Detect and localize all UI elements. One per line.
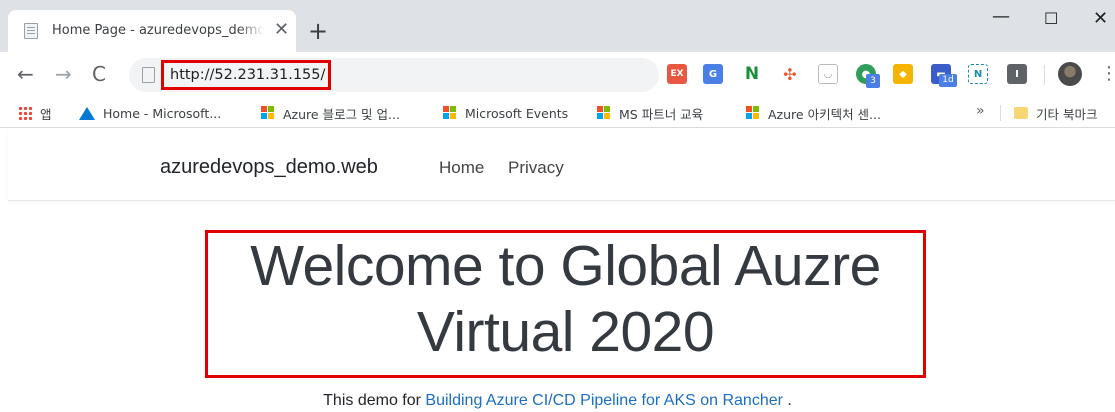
tab-strip: Home Page - azuredevops_demo.web ✕ + — ☐… bbox=[0, 0, 1115, 52]
bookmark-label: MS 파트너 교육 bbox=[619, 106, 704, 122]
azure-logo-icon bbox=[79, 106, 95, 120]
profile-avatar[interactable] bbox=[1058, 62, 1082, 86]
demo-suffix: . bbox=[782, 392, 792, 409]
other-bookmarks-folder[interactable]: 기타 북마크 bbox=[1014, 103, 1097, 123]
bookmark-microsoft-events[interactable]: Microsoft Events bbox=[443, 103, 568, 123]
calendar-extension-badge: 1d bbox=[939, 74, 957, 87]
page-favicon-icon bbox=[24, 23, 38, 39]
bookmark-azure-blog[interactable]: Azure 블로그 및 업... bbox=[261, 103, 400, 123]
toolbar-divider bbox=[1044, 65, 1045, 85]
demo-prefix: This demo for bbox=[323, 392, 426, 409]
bookmark-label: Azure 아키텍처 센... bbox=[768, 106, 881, 122]
back-button[interactable]: ← bbox=[17, 62, 34, 86]
reload-button[interactable]: C bbox=[92, 62, 106, 86]
demo-description: This demo for Building Azure CI/CD Pipel… bbox=[0, 392, 1115, 410]
microsoft-logo-icon bbox=[746, 106, 760, 120]
pocket-extension-icon[interactable]: ◡ bbox=[818, 64, 838, 84]
hero-title-line-2: Virtual 2020 bbox=[416, 300, 715, 364]
new-tab-button[interactable]: + bbox=[308, 18, 328, 44]
chat-extension-badge: 3 bbox=[866, 74, 880, 88]
hero-highlight-box: Welcome to Global Auzre Virtual 2020 bbox=[205, 230, 926, 378]
nav-link-home[interactable]: Home bbox=[439, 158, 484, 178]
forward-button[interactable]: → bbox=[55, 62, 72, 86]
bookmark-label: Home - Microsoft... bbox=[103, 105, 222, 121]
apps-grid-icon bbox=[18, 106, 32, 120]
bookmark-home-microsoft[interactable]: Home - Microsoft... bbox=[79, 103, 221, 123]
url-text[interactable]: http://52.231.31.155/ bbox=[170, 67, 325, 83]
site-brand[interactable]: azuredevops_demo.web bbox=[160, 156, 378, 179]
microsoft-logo-icon bbox=[443, 106, 457, 120]
address-bar[interactable]: http://52.231.31.155/ bbox=[129, 58, 659, 92]
web-page: azuredevops_demo.web Home Privacy Welcom… bbox=[0, 129, 1115, 412]
nav-link-privacy[interactable]: Privacy bbox=[508, 158, 564, 178]
demo-link[interactable]: Building Azure CI/CD Pipeline for AKS on… bbox=[425, 392, 783, 409]
browser-toolbar: ← → C http://52.231.31.155/ EX G N ✣ ◡ ●… bbox=[0, 52, 1115, 98]
site-navbar: azuredevops_demo.web Home Privacy bbox=[8, 129, 1115, 201]
bookmark-label: 앱 bbox=[40, 106, 52, 122]
translate-extension-icon[interactable]: G bbox=[703, 64, 723, 84]
bookmark-label: Azure 블로그 및 업... bbox=[283, 106, 400, 122]
tab-close-icon[interactable]: ✕ bbox=[274, 19, 289, 41]
notion-extension-icon[interactable]: N bbox=[968, 64, 988, 84]
tab-title: Home Page - azuredevops_demo.web bbox=[52, 23, 264, 38]
reader-extension-icon[interactable]: I bbox=[1007, 64, 1027, 84]
bookmark-label: 기타 북마크 bbox=[1036, 106, 1098, 122]
url-highlight-box: http://52.231.31.155/ bbox=[161, 60, 331, 90]
org-chart-extension-icon[interactable]: ✣ bbox=[780, 64, 800, 84]
bookmark-label: Microsoft Events bbox=[465, 105, 569, 121]
bookmark-apps[interactable]: 앱 bbox=[18, 103, 52, 123]
bookmark-ms-partner[interactable]: MS 파트너 교육 bbox=[597, 103, 703, 123]
bookmarks-divider bbox=[1000, 105, 1001, 121]
minimize-button[interactable]: — bbox=[992, 4, 1010, 30]
microsoft-logo-icon bbox=[597, 106, 611, 120]
more-bookmarks-button[interactable]: » bbox=[976, 103, 985, 119]
ex-extension-icon[interactable]: EX bbox=[667, 64, 687, 84]
browser-menu-icon[interactable]: ⋮ bbox=[1100, 62, 1115, 86]
microsoft-logo-icon bbox=[261, 106, 275, 120]
close-window-button[interactable]: ✕ bbox=[1093, 6, 1108, 32]
hero-title: Welcome to Global Auzre Virtual 2020 bbox=[208, 233, 923, 365]
bookmark-azure-architecture[interactable]: Azure 아키텍처 센... bbox=[746, 103, 881, 123]
bookmarks-bar: 앱 Home - Microsoft... Azure 블로그 및 업... M… bbox=[0, 98, 1115, 128]
page-info-icon[interactable] bbox=[142, 67, 155, 83]
maximize-button[interactable]: ☐ bbox=[1044, 6, 1058, 32]
browser-tab[interactable]: Home Page - azuredevops_demo.web ✕ bbox=[8, 10, 296, 52]
puzzle-extension-icon[interactable]: ◆ bbox=[893, 64, 913, 84]
n-extension-icon[interactable]: N bbox=[742, 64, 762, 84]
hero-title-line-1: Welcome to Global Auzre bbox=[250, 234, 881, 298]
folder-icon bbox=[1014, 107, 1028, 119]
